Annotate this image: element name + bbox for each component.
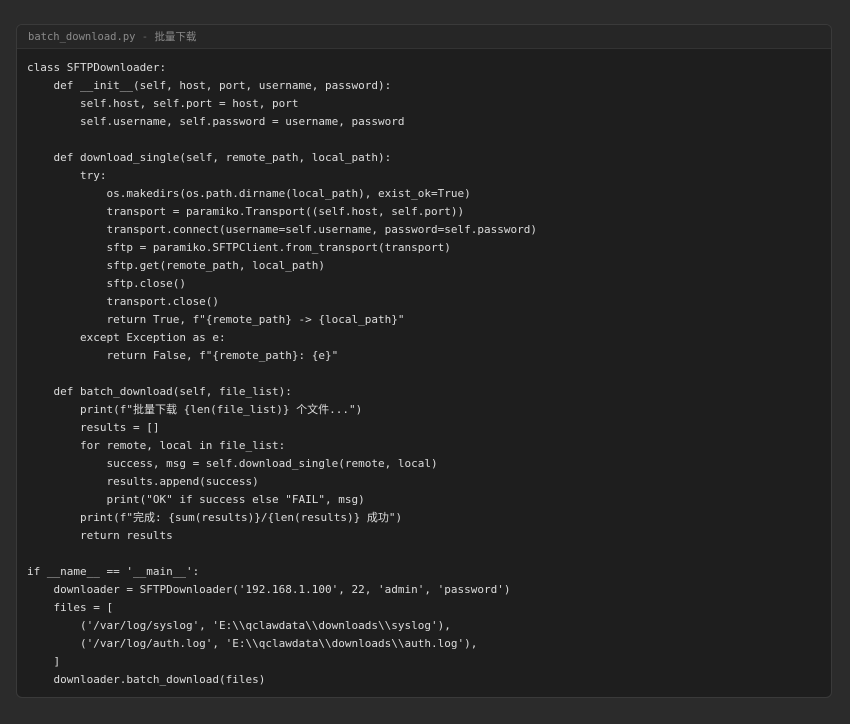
code-line: ('/var/log/syslog', 'E:\\qclawdata\\down… (27, 619, 451, 632)
file-name: batch_download.py (28, 30, 136, 43)
code-line: transport.connect(username=self.username… (27, 223, 537, 236)
code-line: files = [ (27, 601, 114, 614)
code-line: def batch_download(self, file_list): (27, 385, 292, 398)
code-block-header: batch_download.py - 批量下载 (17, 25, 831, 49)
code-line: success, msg = self.download_single(remo… (27, 457, 438, 470)
code-line: results.append(success) (27, 475, 259, 488)
code-line: if __name__ == '__main__': (27, 565, 200, 578)
code-line: results = [] (27, 421, 160, 434)
code-line: self.host, self.port = host, port (27, 97, 299, 110)
code-line: sftp = paramiko.SFTPClient.from_transpor… (27, 241, 451, 254)
title-separator: - (135, 30, 155, 43)
code-line: try: (27, 169, 107, 182)
code-line: except Exception as e: (27, 331, 226, 344)
code-line: transport = paramiko.Transport((self.hos… (27, 205, 465, 218)
code-line: os.makedirs(os.path.dirname(local_path),… (27, 187, 471, 200)
code-line: ] (27, 655, 61, 668)
file-description: 批量下载 (154, 31, 197, 43)
code-line: self.username, self.password = username,… (27, 115, 405, 128)
code-line: for remote, local in file_list: (27, 439, 286, 452)
code-content[interactable]: class SFTPDownloader: def __init__(self,… (27, 59, 821, 689)
code-line: ('/var/log/auth.log', 'E:\\qclawdata\\do… (27, 637, 478, 650)
code-line: def download_single(self, remote_path, l… (27, 151, 392, 164)
code-line: transport.close() (27, 295, 220, 308)
code-line: print(f"批量下载 {len(file_list)} 个文件...") (27, 403, 363, 416)
code-line: downloader.batch_download(files) (27, 673, 266, 686)
code-line: sftp.get(remote_path, local_path) (27, 259, 326, 272)
code-line: def __init__(self, host, port, username,… (27, 79, 392, 92)
code-line: sftp.close() (27, 277, 186, 290)
code-line: print(f"完成: {sum(results)}/{len(results)… (27, 511, 403, 524)
code-line: downloader = SFTPDownloader('192.168.1.1… (27, 583, 511, 596)
code-line: class SFTPDownloader: (27, 61, 167, 74)
code-line: return results (27, 529, 173, 542)
code-line: return True, f"{remote_path} -> {local_p… (27, 313, 405, 326)
code-line: return False, f"{remote_path}: {e}" (27, 349, 339, 362)
code-line: print("OK" if success else "FAIL", msg) (27, 493, 365, 506)
code-block: batch_download.py - 批量下载 class SFTPDownl… (16, 24, 832, 698)
